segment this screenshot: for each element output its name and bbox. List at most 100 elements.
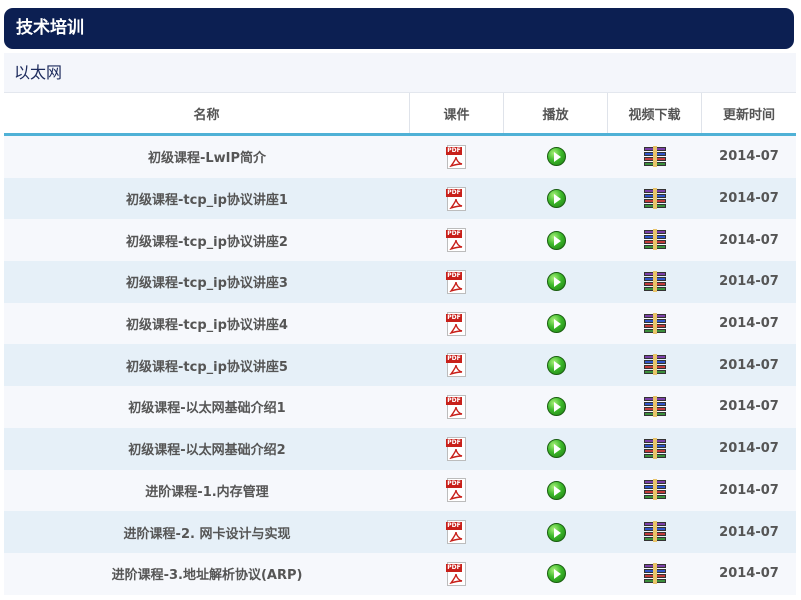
archive-download-icon[interactable] xyxy=(644,354,666,376)
play-cell xyxy=(504,344,608,386)
play-cell xyxy=(504,178,608,220)
play-icon[interactable] xyxy=(546,230,566,250)
course-name: 进阶课程-3.地址解析协议(ARP) xyxy=(111,568,303,584)
table-row: 初级课程-tcp_ip协议讲座3 PDF 2014-07 xyxy=(4,261,796,303)
pdf-icon[interactable]: PDF xyxy=(446,186,468,211)
download-cell xyxy=(608,428,702,470)
play-icon[interactable] xyxy=(546,397,566,417)
archive-download-icon[interactable] xyxy=(644,395,666,417)
play-icon[interactable] xyxy=(546,189,566,209)
courseware-cell: PDF xyxy=(410,470,504,512)
play-cell xyxy=(504,553,608,595)
course-name: 初级课程-以太网基础介绍1 xyxy=(128,401,286,417)
pdf-icon[interactable]: PDF xyxy=(446,436,468,461)
update-date: 2014-07 xyxy=(719,274,779,290)
play-icon[interactable] xyxy=(546,439,566,459)
archive-download-icon[interactable] xyxy=(644,521,666,543)
play-icon[interactable] xyxy=(546,147,566,167)
download-cell xyxy=(608,386,702,428)
section-title: 以太网 xyxy=(4,53,796,92)
pdf-label: PDF xyxy=(446,396,462,405)
course-name: 初级课程-LwIP简介 xyxy=(147,151,267,167)
update-date: 2014-07 xyxy=(719,441,779,457)
table-row: 初级课程-以太网基础介绍2 PDF 2014-07 xyxy=(4,427,796,470)
play-icon[interactable] xyxy=(546,355,566,375)
courseware-cell: PDF xyxy=(410,261,504,303)
pdf-label: PDF xyxy=(446,355,462,364)
archive-download-icon[interactable] xyxy=(644,479,666,501)
download-cell xyxy=(608,470,702,512)
courseware-cell: PDF xyxy=(410,511,504,553)
download-cell xyxy=(608,553,702,595)
table-row: 初级课程-tcp_ip协议讲座5 PDF 2014-07 xyxy=(4,344,796,387)
table-row: 初级课程-tcp_ip协议讲座2 PDF 2014-07 xyxy=(4,219,796,262)
course-name: 初级课程-tcp_ip协议讲座2 xyxy=(126,234,288,250)
courseware-cell: PDF xyxy=(410,178,504,220)
play-icon[interactable] xyxy=(546,314,566,334)
pdf-icon[interactable]: PDF xyxy=(446,478,468,503)
pdf-label: PDF xyxy=(446,563,462,572)
download-cell xyxy=(608,303,702,345)
table-header: 名称 课件 播放 视频下载 更新时间 xyxy=(4,92,796,136)
play-cell xyxy=(504,386,608,428)
table-row: 进阶课程-2. 网卡设计与实现 PDF 2014-07 xyxy=(4,511,796,553)
archive-download-icon[interactable] xyxy=(644,437,666,459)
play-icon[interactable] xyxy=(546,480,566,500)
archive-download-icon[interactable] xyxy=(644,312,666,334)
pdf-icon[interactable]: PDF xyxy=(446,269,468,294)
column-header-courseware: 课件 xyxy=(410,93,504,133)
pdf-icon[interactable]: PDF xyxy=(446,311,468,336)
table-body: 初级课程-LwIP简介 PDF 2014-07 初级课程-tcp_ip协议讲座1 xyxy=(4,136,796,595)
column-header-updated: 更新时间 xyxy=(722,107,775,123)
download-cell xyxy=(608,178,702,220)
pdf-label: PDF xyxy=(446,271,462,280)
pdf-label: PDF xyxy=(446,438,462,447)
update-date: 2014-07 xyxy=(719,524,779,540)
update-date: 2014-07 xyxy=(719,357,779,373)
archive-download-icon[interactable] xyxy=(644,187,666,209)
table-row: 初级课程-LwIP简介 PDF 2014-07 xyxy=(4,136,796,178)
pdf-icon[interactable]: PDF xyxy=(446,144,468,169)
table-row: 初级课程-以太网基础介绍1 PDF 2014-07 xyxy=(4,386,796,428)
column-header-name: 名称 xyxy=(4,93,410,133)
pdf-icon[interactable]: PDF xyxy=(446,394,468,419)
update-date: 2014-07 xyxy=(719,191,779,207)
course-name: 初级课程-tcp_ip协议讲座1 xyxy=(126,193,288,209)
download-cell xyxy=(608,344,702,386)
play-icon[interactable] xyxy=(546,272,566,292)
pdf-icon[interactable]: PDF xyxy=(446,353,468,378)
download-cell xyxy=(608,219,702,261)
course-name: 初级课程-tcp_ip协议讲座5 xyxy=(126,359,288,375)
courseware-cell: PDF xyxy=(410,386,504,428)
archive-download-icon[interactable] xyxy=(644,270,666,292)
update-date: 2014-07 xyxy=(719,149,779,165)
courseware-cell: PDF xyxy=(410,344,504,386)
update-date: 2014-07 xyxy=(719,399,779,415)
column-header-play: 播放 xyxy=(504,93,608,133)
table-row: 进阶课程-1.内存管理 PDF 2014-07 xyxy=(4,469,796,512)
courseware-cell: PDF xyxy=(410,303,504,345)
update-date: 2014-07 xyxy=(719,232,779,248)
pdf-icon[interactable]: PDF xyxy=(446,520,468,545)
pdf-icon[interactable]: PDF xyxy=(446,561,468,586)
archive-download-icon[interactable] xyxy=(644,562,666,584)
course-table: 名称 课件 播放 视频下载 更新时间 初级课程-LwIP简介 PDF 2014-… xyxy=(4,92,796,595)
table-row: 初级课程-tcp_ip协议讲座1 PDF 2014-07 xyxy=(4,177,796,220)
play-cell xyxy=(504,511,608,553)
pdf-icon[interactable]: PDF xyxy=(446,228,468,253)
update-date: 2014-07 xyxy=(719,316,779,332)
play-icon[interactable] xyxy=(546,522,566,542)
archive-download-icon[interactable] xyxy=(644,229,666,251)
archive-download-icon[interactable] xyxy=(644,145,666,167)
play-cell xyxy=(504,428,608,470)
courseware-cell: PDF xyxy=(410,553,504,595)
pdf-label: PDF xyxy=(446,188,462,197)
pdf-label: PDF xyxy=(446,480,462,489)
play-cell xyxy=(504,136,608,178)
play-cell xyxy=(504,470,608,512)
pdf-label: PDF xyxy=(446,146,462,155)
update-date: 2014-07 xyxy=(719,482,779,498)
play-icon[interactable] xyxy=(546,564,566,584)
courseware-cell: PDF xyxy=(410,219,504,261)
column-header-video-download: 视频下载 xyxy=(608,93,702,133)
